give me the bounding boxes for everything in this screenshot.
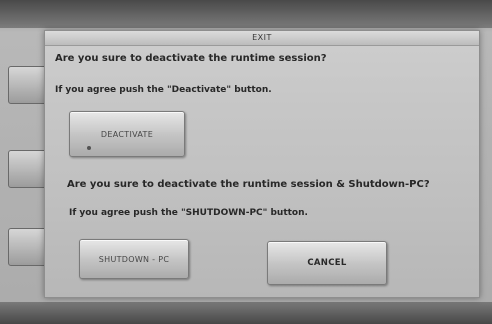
exit-dialog: EXIT Are you sure to deactivate the runt… xyxy=(44,30,480,298)
cancel-button[interactable]: CANCEL xyxy=(267,241,387,285)
dialog-title: EXIT xyxy=(45,31,479,46)
deactivate-button[interactable]: DEACTIVATE xyxy=(69,111,185,157)
shutdown-question: Are you sure to deactivate the runtime s… xyxy=(67,179,430,190)
screen: EXIT Are you sure to deactivate the runt… xyxy=(0,0,492,324)
background-top-bar xyxy=(0,0,492,28)
shutdown-pc-button[interactable]: SHUTDOWN - PC xyxy=(79,239,189,279)
pointer-cursor-icon xyxy=(87,146,91,150)
deactivate-question: Are you sure to deactivate the runtime s… xyxy=(55,53,327,64)
background-bottom-bar xyxy=(0,302,492,324)
deactivate-instruction: If you agree push the "Deactivate" butto… xyxy=(55,85,272,95)
shutdown-instruction: If you agree push the "SHUTDOWN-PC" butt… xyxy=(69,208,308,218)
